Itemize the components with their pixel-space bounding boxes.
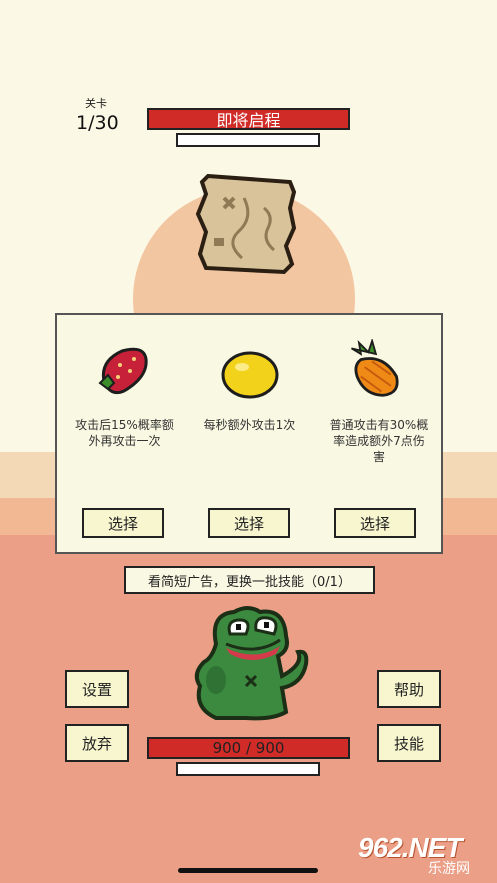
pineapple-icon <box>351 339 399 397</box>
help-button[interactable]: 帮助 <box>377 670 441 708</box>
ad-refresh-button[interactable]: 看简短广告，更换一批技能（0/1） <box>124 566 375 594</box>
choice-description: 每秒额外攻击1次 <box>203 418 296 432</box>
select-button-lemon[interactable]: 选择 <box>208 508 290 538</box>
give-up-button[interactable]: 放弃 <box>65 724 129 762</box>
skill-choice-panel: 攻击后15%概率额 外再攻击一次 选择 每秒额外攻击1次 选择 普通攻击有30%… <box>55 313 443 554</box>
settings-button[interactable]: 设置 <box>65 670 129 708</box>
stage-progress-bar <box>176 133 320 147</box>
level-counter: 1/30 <box>76 112 119 134</box>
player-energy-bar <box>176 762 320 776</box>
ad-refresh-label: 看简短广告，更换一批技能（0/1） <box>148 574 351 590</box>
watermark-sub: 乐游网 <box>428 861 470 877</box>
select-button-pineapple[interactable]: 选择 <box>334 508 416 538</box>
lemon-icon <box>221 351 279 399</box>
player-hp-bar: 900 / 900 <box>147 737 350 759</box>
select-button-strawberry[interactable]: 选择 <box>82 508 164 538</box>
player-hp-text: 900 / 900 <box>212 739 285 757</box>
home-indicator <box>178 868 318 873</box>
skills-button[interactable]: 技能 <box>377 724 441 762</box>
site-watermark: 962.NET 乐游网 <box>358 832 493 878</box>
strawberry-icon <box>98 347 148 395</box>
map-scroll-icon <box>195 173 297 275</box>
level-label: 关卡 <box>85 97 107 110</box>
stage-title: 即将启程 <box>216 111 281 130</box>
choice-description: 普通攻击有30%概 率造成额外7点伤 害 <box>329 418 429 464</box>
stage-title-bar: 即将启程 <box>147 108 350 130</box>
frog-character <box>194 606 309 721</box>
choice-description: 攻击后15%概率额 外再攻击一次 <box>75 418 174 448</box>
